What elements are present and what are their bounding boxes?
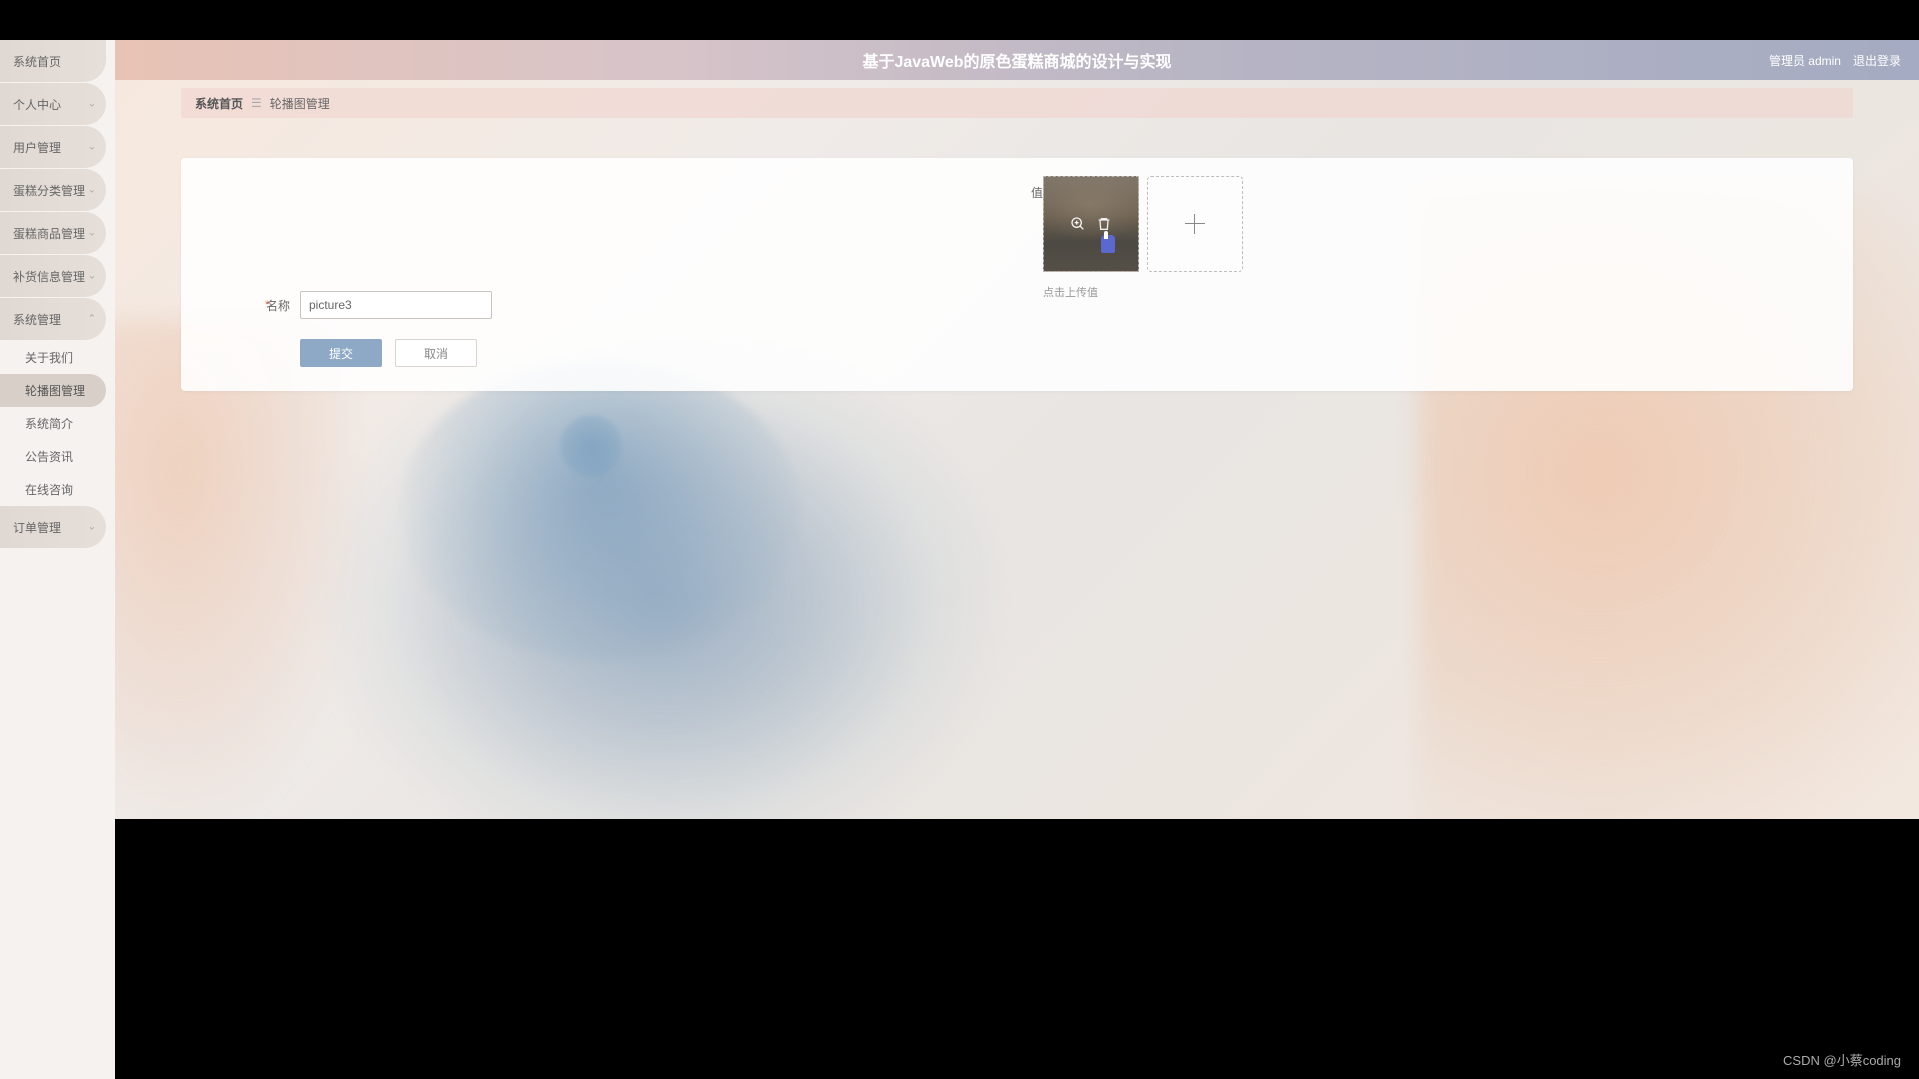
submenu-system: 关于我们 轮播图管理 系统简介 公告资讯 在线咨询 [0, 341, 115, 506]
name-input[interactable] [300, 291, 492, 319]
name-label: 名称 [205, 297, 300, 314]
chevron-down-icon: ⌄ [88, 99, 96, 110]
chevron-down-icon: ⌄ [88, 228, 96, 239]
breadcrumb-home[interactable]: 系统首页 [195, 95, 243, 112]
thumbnail-overlay [1044, 177, 1138, 271]
sidebar-item-label: 蛋糕分类管理 [13, 182, 85, 199]
header: 基于JavaWeb的原色蛋糕商城的设计与实现 管理员 admin 退出登录 [115, 40, 1919, 80]
breadcrumb-current: 轮播图管理 [270, 95, 330, 112]
form-row-name: 名称 [205, 291, 1017, 319]
chevron-up-icon: ⌃ [88, 314, 96, 325]
submenu-item-chat[interactable]: 在线咨询 [0, 473, 115, 506]
sidebar-item-label: 用户管理 [13, 139, 61, 156]
sidebar-item-orders[interactable]: 订单管理 ⌄ [0, 506, 106, 548]
main-content: 系统首页 ☰ 轮播图管理 名称 提交 取消 值 [115, 80, 1919, 1079]
submenu-item-intro[interactable]: 系统简介 [0, 407, 115, 440]
sidebar-item-home[interactable]: 系统首页 [0, 40, 106, 82]
sidebar-item-label: 系统首页 [13, 53, 61, 70]
submenu-item-news[interactable]: 公告资讯 [0, 440, 115, 473]
sidebar-item-label: 个人中心 [13, 96, 61, 113]
form-left: 名称 提交 取消 [205, 176, 1017, 367]
user-role: 管理员 admin [1769, 52, 1841, 69]
sidebar: 系统首页 个人中心 ⌄ 用户管理 ⌄ 蛋糕分类管理 ⌄ 蛋糕商品管理 ⌄ 补货信… [0, 40, 115, 1079]
sidebar-item-restock[interactable]: 补货信息管理 ⌄ [0, 255, 106, 297]
sidebar-item-label: 补货信息管理 [13, 268, 85, 285]
upload-area [1043, 176, 1243, 272]
sidebar-item-users[interactable]: 用户管理 ⌄ [0, 126, 106, 168]
value-label: 值 [1027, 176, 1043, 201]
cancel-button[interactable]: 取消 [395, 339, 477, 367]
delete-icon[interactable] [1096, 216, 1112, 232]
sidebar-item-label: 订单管理 [13, 519, 61, 536]
chevron-down-icon: ⌄ [88, 271, 96, 282]
form-actions: 提交 取消 [205, 339, 1017, 367]
cursor-pointer-icon [1101, 235, 1115, 253]
upload-hint: 点击上传值 [1027, 284, 1829, 300]
breadcrumb: 系统首页 ☰ 轮播图管理 [181, 88, 1853, 118]
image-thumbnail[interactable] [1043, 176, 1139, 272]
chevron-down-icon: ⌄ [88, 185, 96, 196]
upload-row: 值 [1027, 176, 1829, 272]
sidebar-item-category[interactable]: 蛋糕分类管理 ⌄ [0, 169, 106, 211]
chevron-down-icon: ⌄ [88, 142, 96, 153]
sidebar-item-profile[interactable]: 个人中心 ⌄ [0, 83, 106, 125]
sidebar-item-products[interactable]: 蛋糕商品管理 ⌄ [0, 212, 106, 254]
sidebar-item-label: 蛋糕商品管理 [13, 225, 85, 242]
submenu-item-about[interactable]: 关于我们 [0, 341, 115, 374]
sidebar-item-label: 系统管理 [13, 311, 61, 328]
breadcrumb-separator: ☰ [251, 96, 262, 110]
chevron-down-icon: ⌄ [88, 522, 96, 533]
upload-add-box[interactable] [1147, 176, 1243, 272]
header-right: 管理员 admin 退出登录 [1769, 40, 1901, 80]
logout-link[interactable]: 退出登录 [1853, 52, 1901, 69]
form-right: 值 点击上传值 [1017, 176, 1829, 367]
page-title: 基于JavaWeb的原色蛋糕商城的设计与实现 [862, 48, 1171, 72]
app-container: 基于JavaWeb的原色蛋糕商城的设计与实现 管理员 admin 退出登录 系统… [0, 40, 1919, 1079]
plus-icon [1185, 214, 1205, 234]
zoom-icon[interactable] [1070, 216, 1086, 232]
sidebar-item-system[interactable]: 系统管理 ⌃ [0, 298, 106, 340]
form-card: 名称 提交 取消 值 [181, 158, 1853, 391]
submit-button[interactable]: 提交 [300, 339, 382, 367]
watermark: CSDN @小蔡coding [1783, 1050, 1901, 1069]
submenu-item-carousel[interactable]: 轮播图管理 [0, 374, 106, 407]
